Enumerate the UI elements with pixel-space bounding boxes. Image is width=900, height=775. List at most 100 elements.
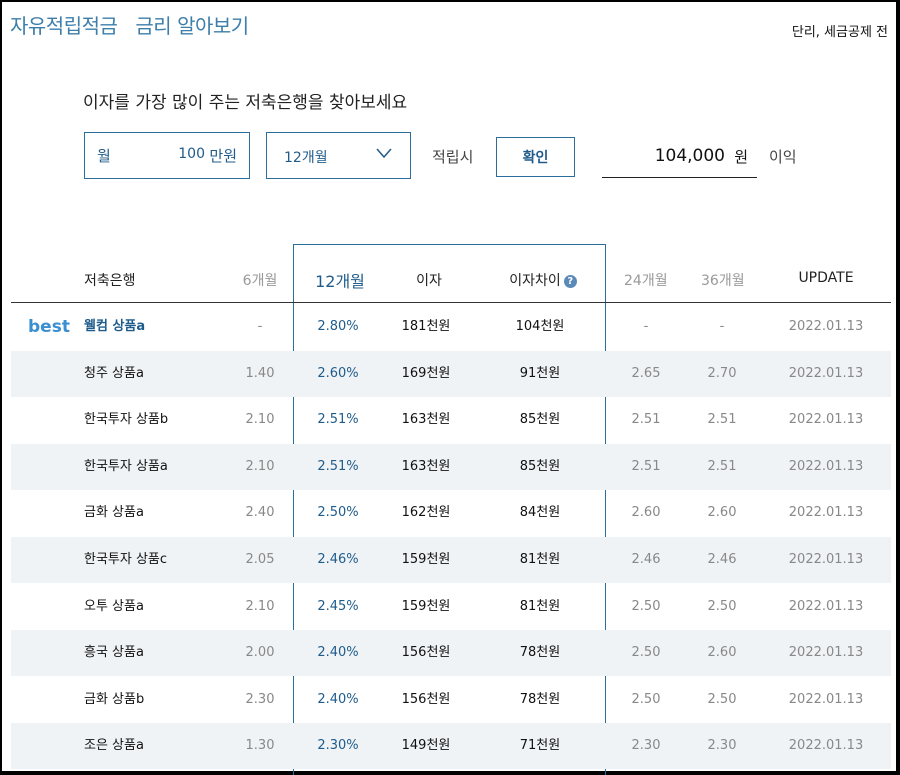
rate-12m: 2.51%: [317, 458, 359, 474]
interest-diff: 91천원: [519, 365, 561, 381]
bank-name[interactable]: 금화 상품b: [84, 677, 144, 723]
col-header-update: UPDATE: [798, 270, 854, 286]
interest-amount: 169천원: [401, 365, 451, 381]
table-row[interactable]: 조은 상품a 1.30 2.30% 149천원 71천원 2.30 2.30 2022.01.…: [11, 723, 891, 770]
interest-diff: 81천원: [519, 598, 561, 614]
rate-12m: 2.30%: [317, 738, 359, 754]
interest-amount: 162천원: [401, 505, 451, 521]
bank-name[interactable]: 웰컴 상품a: [84, 304, 145, 350]
table-row[interactable]: 한국투자 상품c 2.05 2.46% 159천원 81천원 2.46 2.46 2022.0…: [11, 537, 891, 583]
interest-amount: 156천원: [401, 691, 451, 707]
interest-amount: 181천원: [401, 319, 451, 334]
col-header-diff-label: 이자차이: [509, 273, 561, 289]
interest-diff: 85천원: [519, 458, 561, 474]
update-date: 2022.01.13: [788, 738, 864, 754]
rate-12m: 2.80%: [317, 319, 359, 334]
deposit-label: 적립시: [432, 148, 474, 166]
rate-12m: 2.60%: [317, 365, 359, 381]
rate-6m: 2.10: [245, 412, 275, 428]
rate-24m: 2.50: [631, 691, 661, 707]
update-date: 2022.01.13: [788, 365, 864, 381]
update-date: 2022.01.13: [788, 319, 864, 334]
col-header-6m[interactable]: 6개월: [239, 270, 281, 290]
title-sub: 금리 알아보기: [135, 14, 249, 38]
period-value: 12개월: [284, 150, 328, 166]
result-unit: 원: [734, 148, 748, 166]
rate-24m: 2.51: [631, 412, 661, 428]
bank-name[interactable]: 금화 상품a: [84, 490, 144, 536]
period-select[interactable]: 12개월: [266, 132, 411, 179]
monthly-unit: 만원: [209, 147, 237, 165]
rate-12m: 2.45%: [317, 598, 359, 614]
rate-36m: 2.51: [707, 412, 737, 428]
rate-6m: 2.40: [245, 505, 275, 521]
update-date: 2022.01.13: [788, 412, 864, 428]
table-row[interactable]: 한국투자 상품b 2.10 2.51% 163천원 85천원 2.51 2.51 2022.0…: [11, 397, 891, 443]
table-row[interactable]: 한국투자 상품a 2.10 2.51% 163천원 85천원 2.51 2.51 2022.0…: [11, 443, 891, 490]
rate-12m: 2.50%: [317, 505, 359, 521]
bank-name[interactable]: 한국투자 상품b: [84, 397, 168, 443]
rate-24m: 2.65: [631, 365, 661, 381]
interest-diff: 85천원: [519, 412, 561, 428]
update-date: 2022.01.13: [788, 505, 864, 521]
table-row[interactable]: 청주 상품a 1.40 2.60% 169천원 91천원 2.65 2.70 2022.01.…: [11, 350, 891, 397]
table-row[interactable]: 오투 상품a 2.10 2.45% 159천원 81천원 2.50 2.50 2022.01.…: [11, 584, 891, 630]
monthly-amount-field[interactable]: 월 100 만원: [84, 132, 250, 179]
rate-24m: 2.46: [631, 552, 661, 567]
interest-amount: 159천원: [401, 552, 451, 567]
col-header-bank: 저축은행: [84, 273, 136, 289]
col-header-36m[interactable]: 36개월: [701, 270, 745, 290]
interest-amount: 149천원: [401, 738, 451, 754]
rate-24m: -: [643, 319, 649, 334]
table-row[interactable]: 흥국 상품a 2.00 2.40% 156천원 78천원 2.50 2.60 2022.01.…: [11, 630, 891, 677]
rate-24m: 2.50: [631, 645, 661, 661]
monthly-label: 월: [97, 147, 111, 165]
rate-12m: 2.40%: [317, 691, 359, 707]
interest-diff: 71천원: [519, 738, 561, 754]
bank-name[interactable]: 오투 상품a: [84, 584, 144, 630]
page-title: 자유적립적금 금리 알아보기: [10, 10, 249, 39]
result-amount-display: 104,000 원: [602, 140, 757, 178]
result-amount-value: 104,000: [654, 146, 725, 166]
bank-name[interactable]: 조은 상품a: [84, 723, 144, 769]
calc-note: 단리, 세금공제 전: [791, 25, 888, 40]
bank-name[interactable]: 흥국 상품a: [84, 630, 144, 676]
rate-36m: 2.50: [707, 691, 737, 707]
calculator-headline: 이자를 가장 많이 주는 저축은행을 찾아보세요: [83, 93, 408, 113]
update-date: 2022.01.13: [788, 598, 864, 614]
bank-name[interactable]: 한국투자 상품a: [84, 444, 168, 490]
confirm-button[interactable]: 확인: [496, 137, 575, 177]
rate-36m: 2.51: [707, 458, 737, 474]
col-header-interest: 이자: [416, 273, 442, 289]
rate-24m: 2.51: [631, 458, 661, 474]
bank-name[interactable]: 청주 상품a: [84, 351, 144, 397]
rate-36m: -: [719, 319, 725, 334]
interest-diff: 81천원: [519, 552, 561, 567]
update-date: 2022.01.13: [788, 552, 864, 567]
rate-12m: 2.51%: [317, 412, 359, 428]
table-row[interactable]: 금화 상품b 2.30 2.40% 156천원 78천원 2.50 2.50 2022.01.…: [11, 677, 891, 723]
rate-36m: 2.30: [707, 738, 737, 754]
help-icon[interactable]: ?: [563, 275, 577, 288]
rate-24m: 2.60: [631, 505, 661, 521]
monthly-amount-value[interactable]: 100: [178, 146, 205, 162]
table-row[interactable]: best 웰컴 상품a - 2.80% 181천원 104천원 - - 2022.01.13: [11, 304, 891, 350]
table-row[interactable]: 금화 상품a 2.40 2.50% 162천원 84천원 2.60 2.60 2022.01.…: [11, 490, 891, 536]
col-header-12m[interactable]: 12개월: [310, 268, 370, 292]
interest-amount: 163천원: [401, 458, 451, 474]
rate-24m: 2.50: [631, 598, 661, 614]
rate-6m: 2.05: [245, 552, 275, 567]
col-header-24m[interactable]: 24개월: [624, 270, 668, 290]
rate-36m: 2.60: [707, 505, 737, 521]
bank-name[interactable]: 한국투자 상품c: [84, 537, 167, 583]
table-header-divider: [11, 302, 891, 303]
rate-6m: 2.10: [245, 458, 275, 474]
best-badge: best: [28, 317, 70, 337]
interest-amount: 156천원: [401, 645, 451, 661]
update-date: 2022.01.13: [788, 691, 864, 707]
rate-36m: 2.70: [707, 365, 737, 381]
interest-amount: 159천원: [401, 598, 451, 614]
update-date: 2022.01.13: [788, 458, 864, 474]
rate-6m: 2.10: [245, 598, 275, 614]
rate-6m: -: [257, 319, 263, 334]
